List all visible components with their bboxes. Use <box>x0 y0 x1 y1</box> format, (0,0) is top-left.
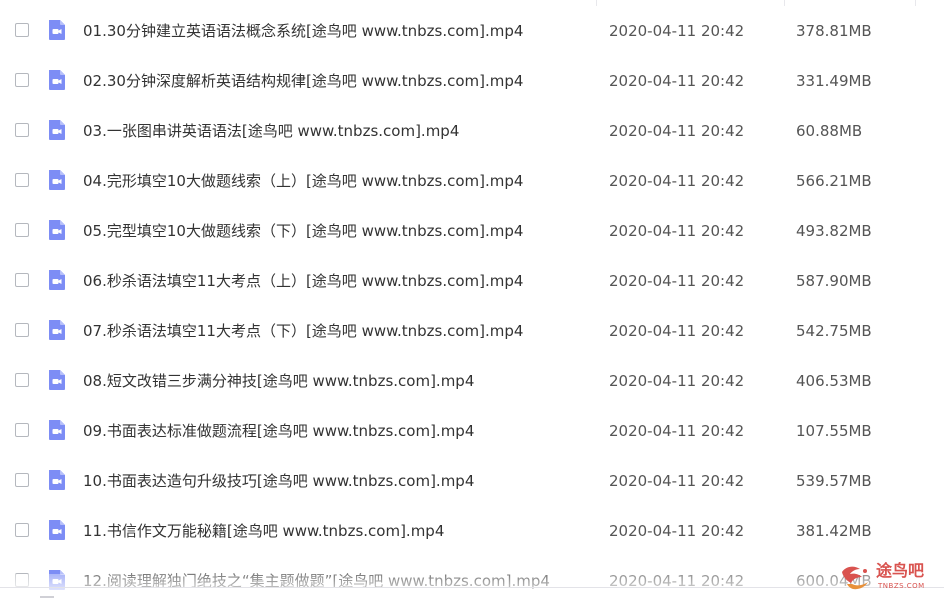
row-checkbox[interactable] <box>15 123 29 137</box>
watermark-text: 途鸟吧 <box>876 561 925 580</box>
file-name[interactable]: 05.完型填空10大做题线索（下）[途鸟吧 www.tnbzs.com].mp4 <box>83 222 523 241</box>
file-row[interactable]: 03.一张图串讲英语语法[途鸟吧 www.tnbzs.com].mp4 2020-… <box>0 107 944 157</box>
video-file-icon <box>46 119 68 141</box>
video-file-icon <box>46 469 68 491</box>
file-size: 406.53MB <box>796 372 872 390</box>
row-checkbox[interactable] <box>15 173 29 187</box>
file-modified-date: 2020-04-11 20:42 <box>609 572 745 590</box>
watermark-logo: 途鸟吧 TNBZS.COM <box>838 560 938 594</box>
file-modified-date: 2020-04-11 20:42 <box>609 172 745 190</box>
file-name[interactable]: 07.秒杀语法填空11大考点（下）[途鸟吧 www.tnbzs.com].mp4 <box>83 322 523 341</box>
video-file-icon <box>46 319 68 341</box>
watermark-domain: TNBZS.COM <box>878 582 925 590</box>
file-modified-date: 2020-04-11 20:42 <box>609 72 745 90</box>
video-file-icon <box>46 169 68 191</box>
row-checkbox[interactable] <box>15 473 29 487</box>
file-row[interactable]: 08.短文改错三步满分神技[途鸟吧 www.tnbzs.com].mp4 2020… <box>0 357 944 407</box>
row-checkbox[interactable] <box>15 23 29 37</box>
file-size: 331.49MB <box>796 72 872 90</box>
file-size: 493.82MB <box>796 222 872 240</box>
file-name[interactable]: 10.书面表达造句升级技巧[途鸟吧 www.tnbzs.com].mp4 <box>83 472 474 491</box>
divider <box>596 0 597 6</box>
column-header-dividers <box>0 0 944 6</box>
horizontal-scrollbar[interactable] <box>0 587 944 588</box>
file-name[interactable]: 12.阅读理解独门绝技之“集主题做题”[途鸟吧 www.tnbzs.com].m… <box>83 572 550 591</box>
file-modified-date: 2020-04-11 20:42 <box>609 322 745 340</box>
file-size: 378.81MB <box>796 22 872 40</box>
file-size: 542.75MB <box>796 322 872 340</box>
file-row[interactable]: 01.30分钟建立英语语法概念系统[途鸟吧 www.tnbzs.com].mp4… <box>0 7 944 57</box>
file-modified-date: 2020-04-11 20:42 <box>609 122 745 140</box>
row-checkbox[interactable] <box>15 273 29 287</box>
video-file-icon <box>46 369 68 391</box>
video-file-icon <box>46 219 68 241</box>
file-modified-date: 2020-04-11 20:42 <box>609 372 745 390</box>
video-file-icon <box>46 419 68 441</box>
file-modified-date: 2020-04-11 20:42 <box>609 472 745 490</box>
file-modified-date: 2020-04-11 20:42 <box>609 22 745 40</box>
row-checkbox[interactable] <box>15 223 29 237</box>
file-row[interactable]: 05.完型填空10大做题线索（下）[途鸟吧 www.tnbzs.com].mp4… <box>0 207 944 257</box>
file-row[interactable]: 11.书信作文万能秘籍[途鸟吧 www.tnbzs.com].mp4 2020-0… <box>0 507 944 557</box>
file-name[interactable]: 06.秒杀语法填空11大考点（上）[途鸟吧 www.tnbzs.com].mp4 <box>83 272 523 291</box>
video-file-icon <box>46 269 68 291</box>
bird-logo-icon <box>842 566 868 590</box>
row-checkbox[interactable] <box>15 423 29 437</box>
file-name[interactable]: 03.一张图串讲英语语法[途鸟吧 www.tnbzs.com].mp4 <box>83 122 459 141</box>
file-modified-date: 2020-04-11 20:42 <box>609 422 745 440</box>
file-size: 107.55MB <box>796 422 872 440</box>
file-name[interactable]: 01.30分钟建立英语语法概念系统[途鸟吧 www.tnbzs.com].mp4 <box>83 22 523 41</box>
file-size: 566.21MB <box>796 172 872 190</box>
file-row[interactable]: 02.30分钟深度解析英语结构规律[途鸟吧 www.tnbzs.com].mp4… <box>0 57 944 107</box>
file-name[interactable]: 11.书信作文万能秘籍[途鸟吧 www.tnbzs.com].mp4 <box>83 522 444 541</box>
file-modified-date: 2020-04-11 20:42 <box>609 522 745 540</box>
video-file-icon <box>46 69 68 91</box>
video-file-icon <box>46 19 68 41</box>
file-size: 587.90MB <box>796 272 872 290</box>
divider <box>915 0 916 6</box>
file-row[interactable]: 09.书面表达标准做题流程[途鸟吧 www.tnbzs.com].mp4 2020… <box>0 407 944 457</box>
row-checkbox[interactable] <box>15 573 29 587</box>
file-browser: 01.30分钟建立英语语法概念系统[途鸟吧 www.tnbzs.com].mp4… <box>0 0 944 598</box>
file-modified-date: 2020-04-11 20:42 <box>609 222 745 240</box>
file-row[interactable]: 04.完形填空10大做题线索（上）[途鸟吧 www.tnbzs.com].mp4… <box>0 157 944 207</box>
file-row[interactable]: 06.秒杀语法填空11大考点（上）[途鸟吧 www.tnbzs.com].mp4… <box>0 257 944 307</box>
divider <box>784 0 785 6</box>
file-row[interactable]: 10.书面表达造句升级技巧[途鸟吧 www.tnbzs.com].mp4 2020… <box>0 457 944 507</box>
video-file-icon <box>46 519 68 541</box>
file-row[interactable]: 07.秒杀语法填空11大考点（下）[途鸟吧 www.tnbzs.com].mp4… <box>0 307 944 357</box>
file-size: 539.57MB <box>796 472 872 490</box>
file-size: 60.88MB <box>796 122 863 140</box>
file-name[interactable]: 08.短文改错三步满分神技[途鸟吧 www.tnbzs.com].mp4 <box>83 372 474 391</box>
file-row[interactable]: 12.阅读理解独门绝技之“集主题做题”[途鸟吧 www.tnbzs.com].m… <box>0 557 944 598</box>
file-name[interactable]: 04.完形填空10大做题线索（上）[途鸟吧 www.tnbzs.com].mp4 <box>83 172 523 191</box>
file-size: 381.42MB <box>796 522 872 540</box>
row-checkbox[interactable] <box>15 323 29 337</box>
file-name[interactable]: 02.30分钟深度解析英语结构规律[途鸟吧 www.tnbzs.com].mp4 <box>83 72 523 91</box>
file-modified-date: 2020-04-11 20:42 <box>609 272 745 290</box>
file-name[interactable]: 09.书面表达标准做题流程[途鸟吧 www.tnbzs.com].mp4 <box>83 422 474 441</box>
file-list: 01.30分钟建立英语语法概念系统[途鸟吧 www.tnbzs.com].mp4… <box>0 7 944 598</box>
row-checkbox[interactable] <box>15 73 29 87</box>
row-checkbox[interactable] <box>15 373 29 387</box>
row-checkbox[interactable] <box>15 523 29 537</box>
